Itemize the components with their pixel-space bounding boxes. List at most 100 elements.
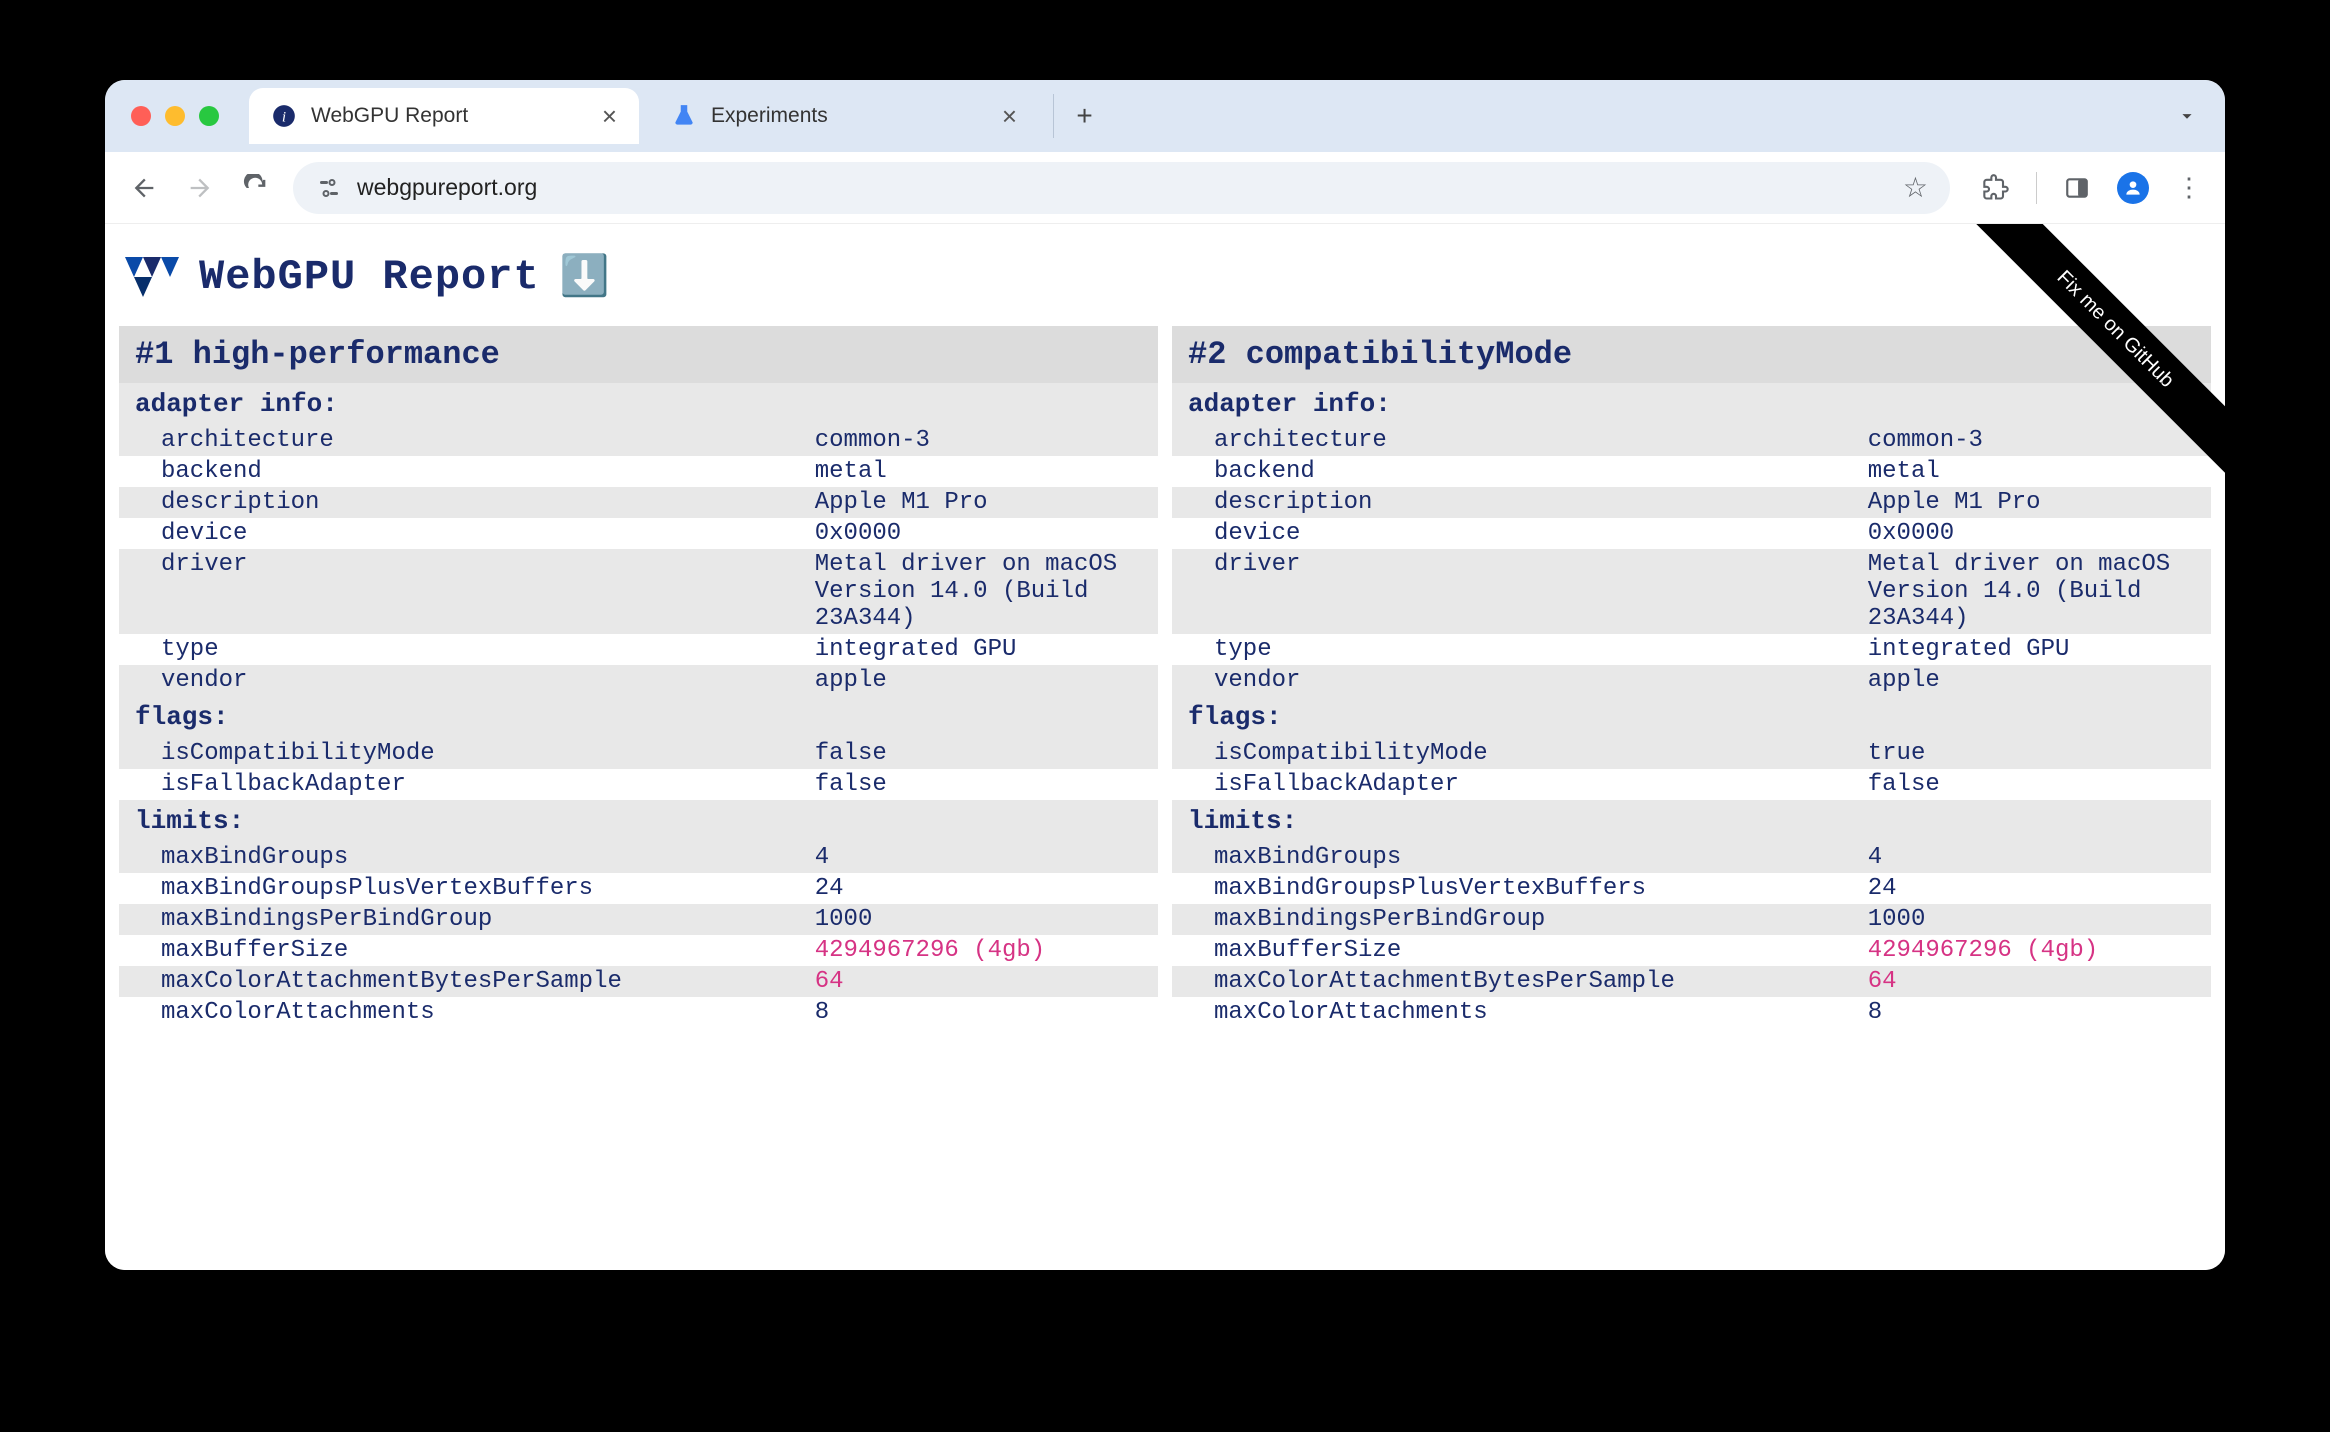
row-value: Metal driver on macOS Version 14.0 (Buil… [1858, 549, 2211, 634]
row-value: 1000 [805, 904, 1158, 935]
row-value: apple [1858, 665, 2211, 696]
row-value: 8 [805, 997, 1158, 1028]
row-key: isCompatibilityMode [119, 738, 805, 769]
side-panel-icon[interactable] [2061, 172, 2093, 204]
row-key: maxBindingsPerBindGroup [119, 904, 805, 935]
table-row: maxBufferSize4294967296 (4gb) [119, 935, 1158, 966]
info-heading: adapter info: [119, 383, 1158, 425]
row-value: Apple M1 Pro [1858, 487, 2211, 518]
row-key: backend [119, 456, 805, 487]
site-settings-icon[interactable] [315, 174, 343, 202]
table-row: typeintegrated GPU [1172, 634, 2211, 665]
row-key: isFallbackAdapter [1172, 769, 1858, 800]
row-key: description [1172, 487, 1858, 518]
row-value: false [1858, 769, 2211, 800]
row-key: maxBindGroupsPlusVertexBuffers [1172, 873, 1858, 904]
table-row: maxBindGroupsPlusVertexBuffers24 [119, 873, 1158, 904]
table-row: architecturecommon-3 [119, 425, 1158, 456]
menu-icon[interactable]: ⋮ [2173, 172, 2205, 204]
tab-title: WebGPU Report [311, 104, 468, 128]
row-key: type [119, 634, 805, 665]
toolbar-separator [2036, 172, 2037, 204]
row-key: vendor [1172, 665, 1858, 696]
svg-text:i: i [282, 108, 286, 125]
globe-icon: i [271, 103, 297, 129]
webgpu-logo-icon [125, 257, 179, 297]
row-key: driver [119, 549, 805, 634]
row-value: true [1858, 738, 2211, 769]
close-tab-icon[interactable]: × [602, 101, 617, 132]
row-value: 4 [1858, 842, 2211, 873]
row-value: 8 [1858, 997, 2211, 1028]
bookmark-star-icon[interactable]: ☆ [1903, 171, 1928, 204]
tab-title: Experiments [711, 104, 828, 128]
table-row: descriptionApple M1 Pro [119, 487, 1158, 518]
table-row: maxColorAttachments8 [1172, 997, 2211, 1028]
row-key: maxBufferSize [119, 935, 805, 966]
table-row: maxColorAttachmentBytesPerSample64 [119, 966, 1158, 997]
row-key: maxColorAttachments [119, 997, 805, 1028]
table-row: vendorapple [1172, 665, 2211, 696]
table-row: isFallbackAdapterfalse [1172, 769, 2211, 800]
tab-webgpu-report[interactable]: i WebGPU Report × [249, 88, 639, 144]
row-key: type [1172, 634, 1858, 665]
table-row: architecturecommon-3 [1172, 425, 2211, 456]
table-row: maxBindGroupsPlusVertexBuffers24 [1172, 873, 2211, 904]
row-value: false [805, 769, 1158, 800]
profile-avatar[interactable] [2117, 172, 2149, 204]
close-window-button[interactable] [131, 106, 151, 126]
row-value: metal [1858, 456, 2211, 487]
table-row: device0x0000 [1172, 518, 2211, 549]
close-tab-icon[interactable]: × [1002, 101, 1017, 132]
flags-heading: flags: [1172, 696, 2211, 738]
table-row: maxBindingsPerBindGroup1000 [119, 904, 1158, 935]
flask-icon [671, 103, 697, 129]
minimize-window-button[interactable] [165, 106, 185, 126]
page-content: WebGPU Report ⬇️ #1 high-performanceadap… [105, 224, 2225, 1270]
row-key: maxColorAttachmentBytesPerSample [119, 966, 805, 997]
row-value: 4294967296 (4gb) [1858, 935, 2211, 966]
row-value: metal [805, 456, 1158, 487]
tab-experiments[interactable]: Experiments × [649, 88, 1039, 144]
toolbar-icons: ⋮ [1980, 172, 2205, 204]
row-value: 1000 [1858, 904, 2211, 935]
row-key: architecture [1172, 425, 1858, 456]
adapter-column: #2 compatibilityModeadapter info:archite… [1172, 326, 2211, 1028]
row-value: integrated GPU [805, 634, 1158, 665]
row-key: backend [1172, 456, 1858, 487]
table-row: maxColorAttachments8 [119, 997, 1158, 1028]
tab-list-dropdown[interactable] [2165, 94, 2209, 138]
row-key: maxBindingsPerBindGroup [1172, 904, 1858, 935]
row-key: device [1172, 518, 1858, 549]
forward-button[interactable] [181, 169, 219, 207]
row-key: maxBindGroups [1172, 842, 1858, 873]
table-row: vendorapple [119, 665, 1158, 696]
row-key: maxBindGroupsPlusVertexBuffers [119, 873, 805, 904]
table-row: driverMetal driver on macOS Version 14.0… [119, 549, 1158, 634]
table-row: maxBufferSize4294967296 (4gb) [1172, 935, 2211, 966]
table-row: backendmetal [1172, 456, 2211, 487]
maximize-window-button[interactable] [199, 106, 219, 126]
row-key: device [119, 518, 805, 549]
download-button[interactable]: ⬇️ [560, 252, 610, 302]
limits-heading: limits: [119, 800, 1158, 842]
row-key: driver [1172, 549, 1858, 634]
back-button[interactable] [125, 169, 163, 207]
flags-heading: flags: [119, 696, 1158, 738]
tab-bar: i WebGPU Report × Experiments × + [105, 80, 2225, 152]
table-row: isCompatibilityModefalse [119, 738, 1158, 769]
row-value: 4294967296 (4gb) [805, 935, 1158, 966]
adapter-heading: #2 compatibilityMode [1172, 326, 2211, 383]
row-value: Metal driver on macOS Version 14.0 (Buil… [805, 549, 1158, 634]
new-tab-button[interactable]: + [1053, 94, 1097, 138]
page-header: WebGPU Report ⬇️ [105, 224, 2225, 326]
table-row: maxBindGroups4 [1172, 842, 2211, 873]
row-key: isCompatibilityMode [1172, 738, 1858, 769]
extensions-icon[interactable] [1980, 172, 2012, 204]
adapter-column: #1 high-performanceadapter info:architec… [119, 326, 1158, 1028]
row-value: 24 [1858, 873, 2211, 904]
address-bar[interactable]: webgpureport.org ☆ [293, 162, 1950, 214]
reload-button[interactable] [237, 169, 275, 207]
row-key: maxBindGroups [119, 842, 805, 873]
table-row: isFallbackAdapterfalse [119, 769, 1158, 800]
